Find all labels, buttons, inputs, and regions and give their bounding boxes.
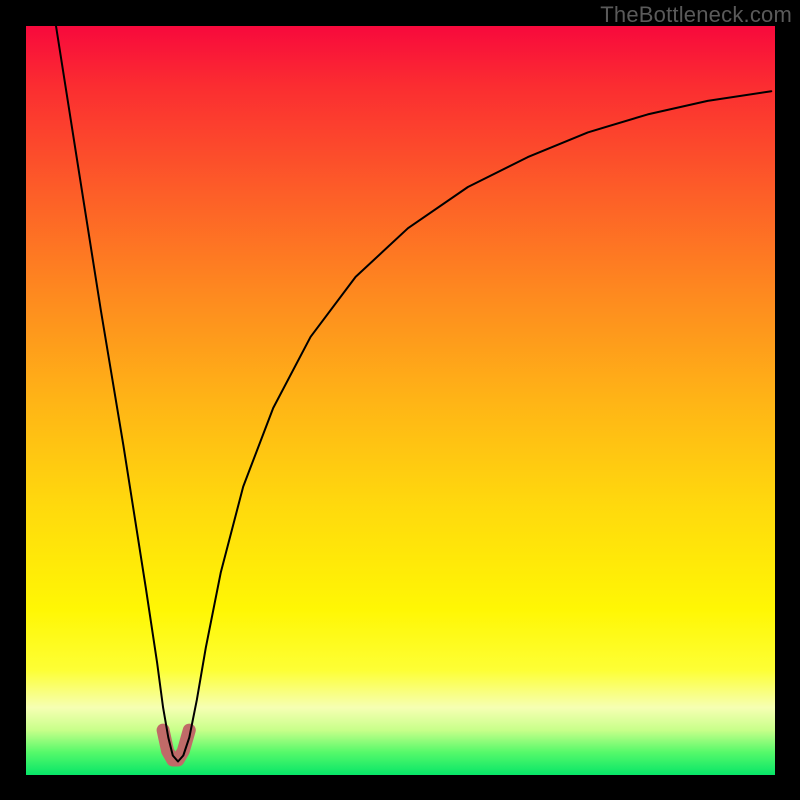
watermark-text: TheBottleneck.com	[600, 2, 792, 28]
plot-area	[26, 26, 775, 775]
curve-layer	[26, 26, 775, 775]
bottleneck-curve	[56, 26, 771, 762]
chart-container: TheBottleneck.com	[0, 0, 800, 800]
